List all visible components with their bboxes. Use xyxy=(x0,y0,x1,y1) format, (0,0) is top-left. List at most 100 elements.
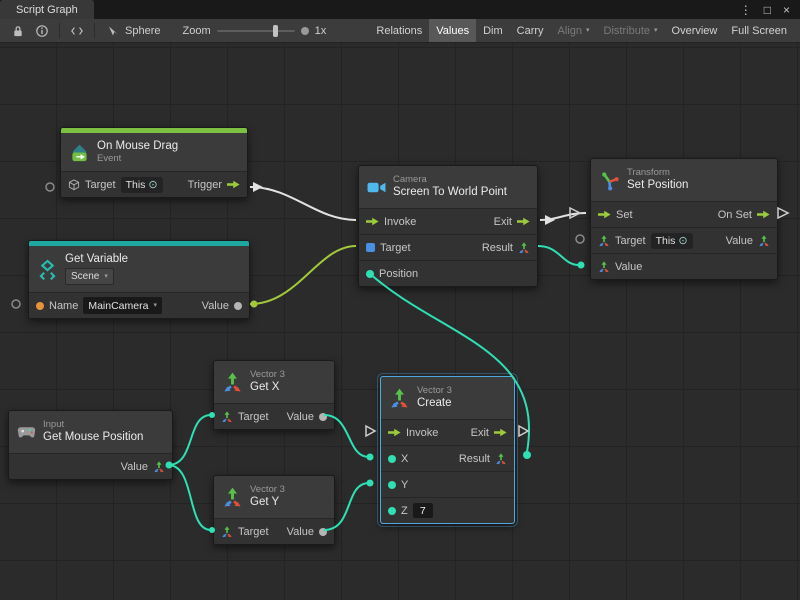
flow-arrow-icon xyxy=(757,210,770,219)
port-position-input[interactable]: Position xyxy=(366,268,418,280)
window-maximize-icon[interactable]: □ xyxy=(764,4,771,16)
port-value-output[interactable]: Value xyxy=(287,411,327,423)
variable-name-field[interactable]: MainCamera ▾ xyxy=(83,297,162,314)
port-result-output[interactable]: Result xyxy=(482,242,530,254)
graph-context-label: Sphere xyxy=(125,25,160,37)
node-get-y[interactable]: Vector 3 Get Y Target Value xyxy=(213,475,335,545)
gamepad-icon xyxy=(17,426,36,439)
toolbar-button-carry[interactable]: Carry xyxy=(510,19,551,42)
port-x-input[interactable]: X xyxy=(388,453,408,465)
toolbar-button-distribute[interactable]: Distribute▾ xyxy=(597,19,665,42)
float-port-icon xyxy=(319,528,327,536)
port-result-output[interactable]: Result xyxy=(459,453,507,465)
port-on-set-output[interactable]: On Set xyxy=(718,209,770,221)
zoom-reset-dot[interactable] xyxy=(301,27,309,35)
target-self-icon: ⊙ xyxy=(148,178,157,191)
port-exit-output[interactable]: Exit xyxy=(494,216,530,228)
chevron-down-icon: ▾ xyxy=(586,27,590,34)
node-vector3-create[interactable]: Vector 3 Create Invoke Exit X Result xyxy=(380,376,515,524)
lock-icon xyxy=(12,25,24,37)
zoom-value: 1x xyxy=(315,25,327,37)
cube-icon xyxy=(68,179,80,191)
toolbar-button-overview[interactable]: Overview xyxy=(665,19,725,42)
toolbar-button-dim[interactable]: Dim xyxy=(476,19,510,42)
port-value-input[interactable]: Value xyxy=(598,261,642,273)
port-target-input[interactable]: Target This ⊙ xyxy=(68,177,163,193)
toolbar-button-fullscreen[interactable]: Full Screen xyxy=(724,19,794,42)
connection-wire-result-value[interactable] xyxy=(538,246,579,265)
graph-context-button[interactable]: Sphere xyxy=(100,25,168,37)
node-on-mouse-drag[interactable]: On Mouse Drag Event Target This ⊙ Trigge… xyxy=(60,127,248,198)
port-transform-target-input[interactable]: Target This ⊙ xyxy=(598,233,693,249)
connection-wire-exit-set[interactable] xyxy=(540,213,586,220)
port-value-output[interactable]: Value xyxy=(287,526,327,538)
vector3-port-icon xyxy=(495,453,507,465)
window-controls: ⋮ □ × xyxy=(740,0,800,19)
zoom-slider[interactable] xyxy=(217,30,295,32)
window-close-icon[interactable]: × xyxy=(783,4,790,16)
z-value-field[interactable]: 7 xyxy=(413,503,433,518)
connection-wire-trigger-invoke[interactable] xyxy=(250,187,356,220)
inspect-button[interactable] xyxy=(30,19,54,42)
connection-wire-mouse-getx[interactable] xyxy=(168,415,211,465)
port-camera-target-input[interactable]: Target xyxy=(366,242,411,254)
port-exit-output[interactable]: Exit xyxy=(471,427,507,439)
port-invoke-input[interactable]: Invoke xyxy=(388,427,438,439)
float-port-icon xyxy=(388,481,396,489)
tab-title: Script Graph xyxy=(16,4,78,16)
code-view-button[interactable] xyxy=(65,19,89,42)
vector3-icon xyxy=(222,372,243,393)
port-value-output[interactable]: Value xyxy=(202,300,242,312)
vector-port-icon xyxy=(366,270,374,278)
target-self-icon: ⊙ xyxy=(678,234,687,247)
node-title: Set Position xyxy=(627,179,688,192)
toolbar-button-relations[interactable]: Relations xyxy=(369,19,429,42)
zoom-label: Zoom xyxy=(182,25,210,37)
node-get-x[interactable]: Vector 3 Get X Target Value xyxy=(213,360,335,430)
toolbar-button-align[interactable]: Align▾ xyxy=(551,19,597,42)
vector3-icon xyxy=(222,487,243,508)
port-y-input[interactable]: Y xyxy=(388,479,408,491)
node-get-mouse-position[interactable]: Input Get Mouse Position Value xyxy=(8,410,173,480)
transform-icon xyxy=(599,170,620,191)
port-value-output[interactable]: Value xyxy=(726,235,770,247)
this-target-chip[interactable]: This ⊙ xyxy=(651,233,693,249)
chevron-down-icon: ▾ xyxy=(654,27,658,34)
node-subtitle: Event xyxy=(97,154,178,164)
node-screen-to-world-point[interactable]: Camera Screen To World Point Invoke Exit… xyxy=(358,165,538,287)
node-title: Get X xyxy=(250,381,285,394)
node-title: Get Y xyxy=(250,496,285,509)
port-invoke-input[interactable]: Invoke xyxy=(366,216,416,228)
port-name-input[interactable]: Name MainCamera ▾ xyxy=(36,297,162,314)
vector3-port-icon xyxy=(598,261,610,273)
window-menu-icon[interactable]: ⋮ xyxy=(740,4,752,16)
port-target-input[interactable]: Target xyxy=(221,526,269,538)
float-port-icon xyxy=(319,413,327,421)
node-category: Vector 3 xyxy=(250,485,285,495)
port-value-output[interactable]: Value xyxy=(121,461,165,473)
port-trigger-output[interactable]: Trigger xyxy=(188,179,240,191)
zoom-slider-handle[interactable] xyxy=(273,25,278,37)
zoom-control: Zoom 1x xyxy=(182,25,326,37)
tab-script-graph[interactable]: Script Graph xyxy=(0,0,94,19)
connection-wire-variable-target[interactable] xyxy=(250,246,356,304)
port-target-input[interactable]: Target xyxy=(221,411,269,423)
node-set-position[interactable]: Transform Set Position Set On Set Target… xyxy=(590,158,778,280)
graph-canvas[interactable]: On Mouse Drag Event Target This ⊙ Trigge… xyxy=(0,43,800,600)
variable-icon xyxy=(37,259,58,280)
flow-arrow-icon xyxy=(366,217,379,226)
this-target-chip[interactable]: This ⊙ xyxy=(121,177,163,193)
toolbar-toggles: Relations Values Dim Carry Align▾ Distri… xyxy=(369,19,794,42)
string-port-icon xyxy=(36,302,44,310)
vector3-port-icon xyxy=(153,461,165,473)
port-z-input[interactable]: Z 7 xyxy=(388,503,433,518)
toolbar-button-values[interactable]: Values xyxy=(429,19,476,42)
vector3-port-icon xyxy=(221,526,233,538)
window-tab-bar: Script Graph ⋮ □ × xyxy=(0,0,800,19)
flow-arrow-icon xyxy=(517,217,530,226)
port-set-input[interactable]: Set xyxy=(598,209,633,221)
variable-scope-dropdown[interactable]: Scene ▾ xyxy=(65,268,114,285)
lock-button[interactable] xyxy=(6,19,30,42)
node-get-variable[interactable]: Get Variable Scene ▾ Name MainCamera ▾ V… xyxy=(28,240,250,319)
connection-wire-mouse-gety[interactable] xyxy=(168,465,211,530)
